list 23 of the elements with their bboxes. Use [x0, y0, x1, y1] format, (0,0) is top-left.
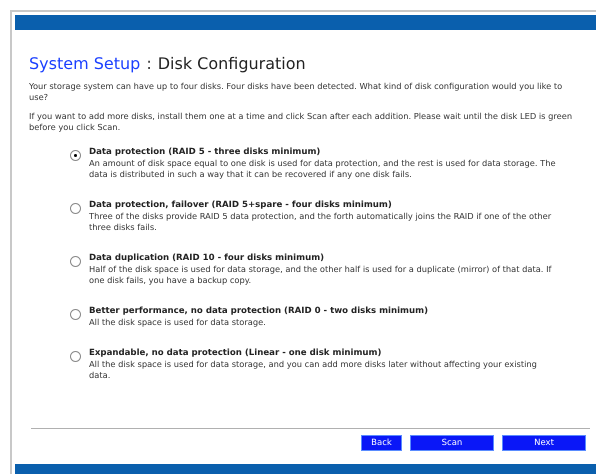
intro-paragraph: If you want to add more disks, install them one at a time and click Scan after each addition. Please wait until the disk LED is green before you click Scan.: [29, 111, 574, 133]
option-description: Three of the disks provide RAID 5 data protection, and the forth automatically joins the RAID if one of the other three disks fails.: [89, 211, 552, 233]
radio-button[interactable]: [70, 256, 81, 267]
option-description: All the disk space is used for data storage, and you can add more disks later without affecting your existing data.: [89, 359, 538, 381]
option-description: An amount of disk space equal to one disk is used for data protection, and the rest is used for data storage. The data is distributed in such a way that it can be recovered if any one disk fails.: [89, 158, 557, 180]
nav-button[interactable]: Back: [361, 435, 402, 451]
section-title: System Setup: [29, 54, 140, 73]
option-label[interactable]: Data protection (RAID 5 - three disks minimum): [89, 147, 559, 158]
option-label[interactable]: Better performance, no data protection (RAID 0 - two disks minimum): [89, 306, 559, 317]
intro-paragraph: Your storage system can have up to four disks. Four disks have been detected. What kind of disk configuration would you like to use?: [29, 81, 564, 103]
nav-button[interactable]: Next: [502, 435, 586, 451]
nav-button[interactable]: Scan: [410, 435, 494, 451]
radio-button[interactable]: [70, 150, 81, 161]
radio-button[interactable]: [70, 203, 81, 214]
title-separator: :: [146, 54, 152, 73]
option-label[interactable]: Expandable, no data protection (Linear - one disk minimum): [89, 348, 559, 359]
radio-button[interactable]: [70, 351, 81, 362]
page-title: Disk Configuration: [158, 54, 306, 73]
option-description: Half of the disk space is used for data storage, and the other half is used for a duplicate (mirror) of that data. If one disk fails, you have a backup copy.: [89, 264, 552, 286]
option-label[interactable]: Data duplication (RAID 10 - four disks minimum): [89, 253, 559, 264]
option-label[interactable]: Data protection, failover (RAID 5+spare - four disks minimum): [89, 200, 559, 211]
option-description: All the disk space is used for data storage.: [89, 317, 267, 328]
radio-button[interactable]: [70, 309, 81, 320]
